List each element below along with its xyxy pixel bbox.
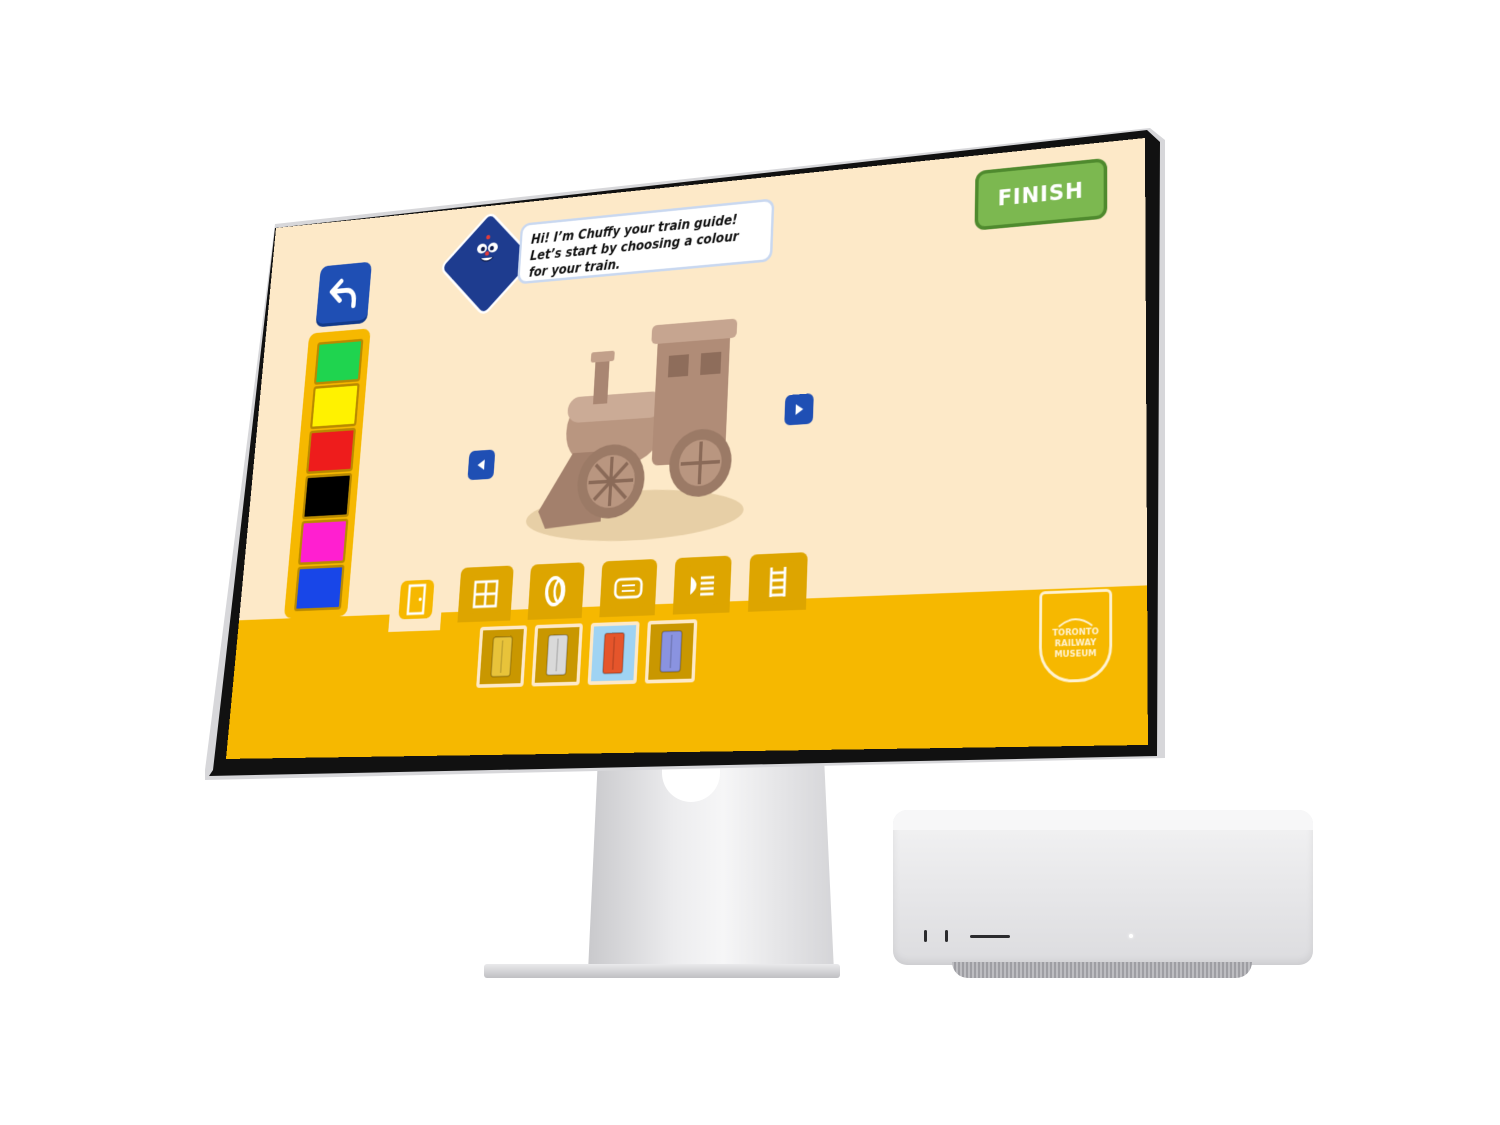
door-option[interactable] — [644, 619, 698, 684]
door-icon — [400, 581, 433, 617]
wheel-icon — [539, 573, 573, 610]
blue-door-icon — [656, 627, 686, 676]
toronto-railway-museum-logo: TORONTO RAILWAY MUSEUM — [1038, 588, 1113, 684]
guide-panel: Hi! I’m Chuffy your train guide! Let’s s… — [439, 193, 781, 318]
tab-icon-wrap — [537, 570, 575, 612]
door-option[interactable] — [587, 621, 640, 686]
ladder-icon — [760, 563, 795, 601]
stand-foot — [484, 964, 840, 978]
tab-icon-wrap — [683, 564, 722, 606]
category-tab[interactable] — [672, 555, 732, 615]
usb-port — [924, 930, 927, 942]
tab-icon-wrap — [609, 567, 648, 609]
mac-studio-vent — [952, 962, 1252, 978]
door-option[interactable] — [531, 623, 583, 687]
glass-door-icon — [542, 631, 572, 679]
category-tab[interactable] — [599, 558, 658, 618]
color-swatch[interactable] — [301, 472, 353, 520]
color-swatch[interactable] — [305, 427, 357, 475]
color-palette — [283, 328, 371, 619]
game-screen: Hi! I’m Chuffy your train guide! Let’s s… — [225, 137, 1148, 759]
usb-port — [945, 930, 948, 942]
logo-line-3: MUSEUM — [1054, 648, 1097, 660]
category-tab[interactable] — [457, 565, 514, 623]
chevron-right-icon — [795, 403, 804, 415]
power-led — [1129, 934, 1133, 938]
tab-icon-wrap — [467, 573, 504, 615]
mac-studio — [893, 810, 1313, 965]
train-model — [524, 318, 745, 546]
railway-museum-crest-icon — [1057, 611, 1094, 628]
chevron-left-icon — [477, 459, 485, 471]
color-swatch[interactable] — [297, 518, 349, 566]
back-button[interactable] — [315, 261, 372, 325]
category-tab[interactable] — [388, 566, 445, 633]
window-icon — [469, 576, 502, 613]
guide-speech-bubble: Hi! I’m Chuffy your train guide! Let’s s… — [516, 198, 775, 285]
sd-slot — [970, 935, 1010, 938]
red-door-icon — [598, 629, 628, 677]
headlight-icon — [690, 566, 720, 604]
yellow-door-icon — [487, 633, 517, 681]
mac-studio-top — [893, 810, 1313, 830]
undo-arrow-icon — [326, 273, 362, 313]
panel-icon — [611, 569, 645, 607]
color-swatch[interactable] — [313, 338, 364, 385]
chuffy-face-icon — [476, 234, 499, 270]
finish-button[interactable]: FINISH — [974, 157, 1108, 231]
color-swatch[interactable] — [309, 382, 360, 430]
tab-icon-wrap — [758, 560, 798, 604]
door-option[interactable] — [476, 625, 528, 688]
color-swatch[interactable] — [293, 564, 345, 612]
tab-icon-wrap — [398, 579, 435, 620]
category-tab[interactable] — [747, 552, 808, 612]
next-model-button[interactable] — [784, 393, 814, 426]
category-tab[interactable] — [527, 562, 585, 620]
previous-model-button[interactable] — [467, 449, 496, 481]
